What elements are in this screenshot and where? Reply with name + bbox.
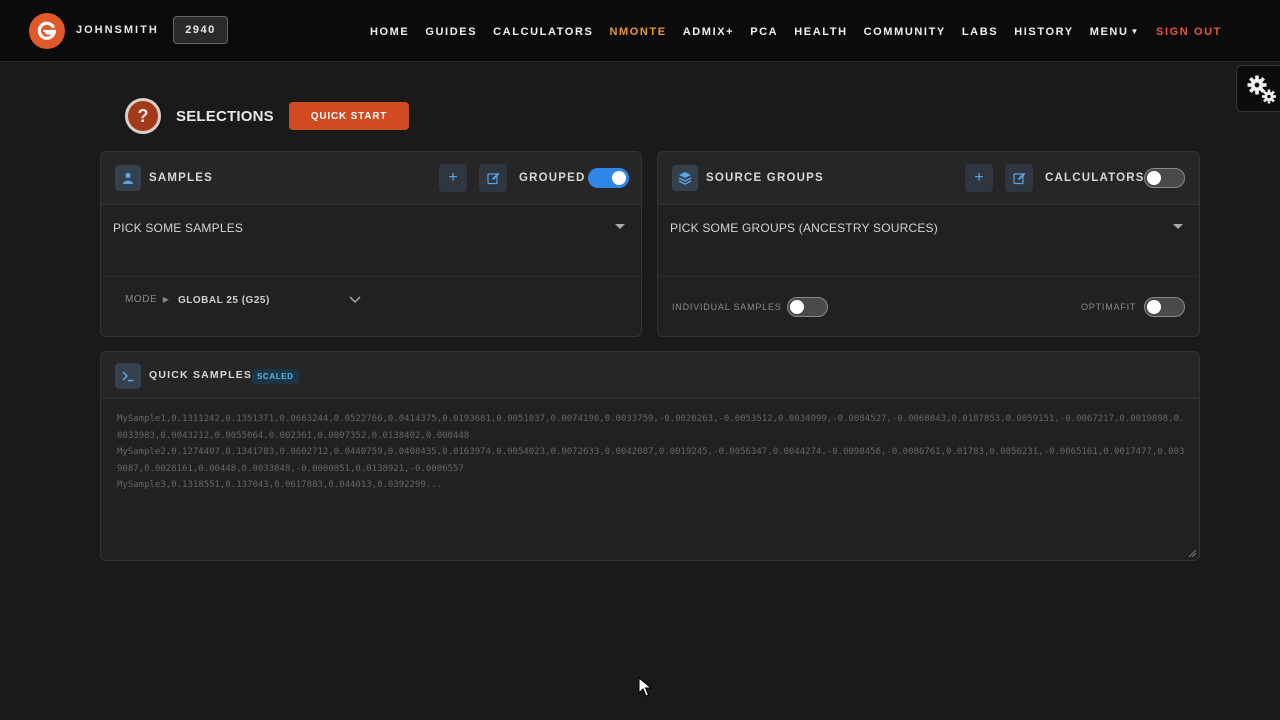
edit-samples-button[interactable] [479, 164, 507, 192]
add-group-button[interactable]: + [965, 164, 993, 192]
terminal-icon [115, 363, 141, 389]
settings-tab[interactable] [1236, 65, 1280, 112]
nav-guides[interactable]: GUIDES [425, 26, 477, 38]
source-groups-header: SOURCE GROUPS + CALCULATORS [658, 152, 1199, 205]
credits-badge[interactable]: 2940 [173, 16, 228, 44]
edit-icon [486, 172, 499, 184]
grouped-label: GROUPED [519, 172, 586, 184]
resize-handle-icon[interactable] [1188, 549, 1196, 557]
nav-admix[interactable]: ADMIX+ [683, 26, 734, 38]
samples-picker[interactable]: PICK SOME SAMPLES [113, 221, 243, 235]
help-button[interactable]: ? [125, 98, 161, 134]
optimafit-toggle[interactable] [1144, 297, 1185, 317]
mode-select[interactable]: GLOBAL 25 (G25) [178, 295, 270, 306]
username[interactable]: JOHNSMITH [76, 24, 159, 36]
optimafit-label: OPTIMAFIT [1081, 302, 1137, 312]
mode-label-text: MODE [125, 294, 158, 305]
samples-panel-header: SAMPLES + GROUPED [101, 152, 641, 205]
source-groups-panel: SOURCE GROUPS + CALCULATORS PICK SOME GR… [657, 151, 1200, 337]
plus-icon: + [974, 169, 984, 186]
individual-samples-label: INDIVIDUAL SAMPLES [672, 302, 782, 312]
quick-samples-textarea[interactable]: MySample1,0.1311242,0.1351371,0.0663244,… [117, 411, 1185, 494]
nav-menu-dropdown[interactable]: MENU ▼ [1090, 26, 1140, 38]
nav-health[interactable]: HEALTH [794, 26, 847, 38]
site-logo[interactable] [29, 13, 65, 49]
user-icon [115, 165, 141, 191]
groups-dropdown-arrow-icon[interactable] [1173, 224, 1183, 229]
edit-icon [1012, 172, 1025, 184]
nav-nmonte[interactable]: NMONTE [609, 26, 666, 38]
layers-icon [672, 165, 698, 191]
quick-samples-header: QUICK SAMPLES SCALED [101, 352, 1199, 399]
samples-dropdown-arrow-icon[interactable] [615, 224, 625, 229]
top-navbar: JOHNSMITH 2940 HOME GUIDES CALCULATORS N… [0, 0, 1280, 62]
grouped-toggle[interactable] [588, 168, 629, 188]
quick-start-button[interactable]: QUICK START [289, 102, 409, 130]
main-nav: HOME GUIDES CALCULATORS NMONTE ADMIX+ PC… [354, 26, 1222, 38]
nav-history[interactable]: HISTORY [1014, 26, 1074, 38]
calculators-label: CALCULATORS [1045, 172, 1145, 184]
quick-samples-panel: QUICK SAMPLES SCALED MySample1,0.1311242… [100, 351, 1200, 561]
scaled-badge: SCALED [252, 369, 299, 384]
nav-labs[interactable]: LABS [962, 26, 998, 38]
nav-home[interactable]: HOME [370, 26, 409, 38]
logo-g-icon [37, 21, 57, 40]
groups-picker[interactable]: PICK SOME GROUPS (ANCESTRY SOURCES) [670, 221, 938, 235]
samples-title: SAMPLES [149, 172, 213, 184]
samples-panel: SAMPLES + GROUPED PICK SOME SAMPLES MODE… [100, 151, 642, 337]
nav-community[interactable]: COMMUNITY [864, 26, 946, 38]
sign-out-link[interactable]: SIGN OUT [1156, 26, 1222, 38]
caret-down-icon: ▼ [1130, 27, 1141, 36]
nav-menu-label: MENU [1089, 26, 1129, 38]
source-groups-title: SOURCE GROUPS [706, 172, 824, 184]
nav-pca[interactable]: PCA [750, 26, 778, 38]
plus-icon: + [448, 169, 458, 186]
quick-samples-title: QUICK SAMPLES [149, 369, 253, 381]
selections-title: SELECTIONS [176, 108, 274, 125]
play-arrow-icon: ▶ [162, 295, 170, 304]
calculators-toggle[interactable] [1144, 168, 1185, 188]
mouse-cursor-icon [638, 677, 652, 697]
individual-samples-toggle[interactable] [787, 297, 828, 317]
nav-calculators[interactable]: CALCULATORS [493, 26, 593, 38]
edit-groups-button[interactable] [1005, 164, 1033, 192]
mode-label: MODE ▶ [125, 294, 170, 305]
gears-icon [1247, 75, 1276, 104]
add-sample-button[interactable]: + [439, 164, 467, 192]
chevron-down-icon[interactable] [349, 296, 361, 304]
